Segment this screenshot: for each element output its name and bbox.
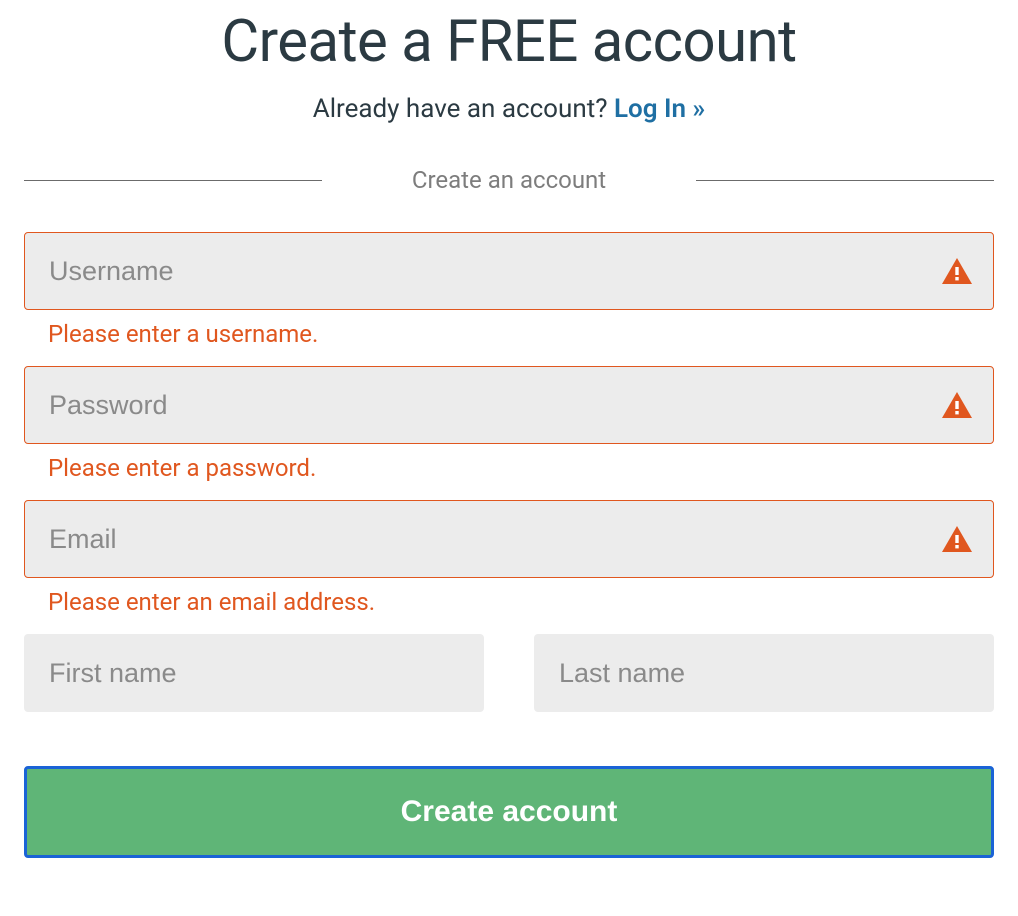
divider-line-right [696, 180, 994, 181]
name-row [24, 634, 994, 712]
email-wrapper [24, 500, 994, 578]
username-error: Please enter a username. [48, 320, 994, 348]
email-error: Please enter an email address. [48, 588, 994, 616]
username-group: Please enter a username. [24, 232, 994, 348]
subtitle-prefix: Already have an account? [313, 94, 614, 124]
password-input[interactable] [24, 366, 994, 444]
page-title: Create a FREE account [24, 8, 994, 76]
first-name-wrapper [24, 634, 484, 712]
first-name-input[interactable] [24, 634, 484, 712]
warning-icon [942, 258, 972, 284]
email-input[interactable] [24, 500, 994, 578]
warning-icon [942, 392, 972, 418]
password-group: Please enter a password. [24, 366, 994, 482]
divider-label: Create an account [322, 166, 696, 194]
create-account-button[interactable]: Create account [24, 766, 994, 858]
warning-icon [942, 526, 972, 552]
username-wrapper [24, 232, 994, 310]
email-group: Please enter an email address. [24, 500, 994, 616]
last-name-wrapper [534, 634, 994, 712]
last-name-input[interactable] [534, 634, 994, 712]
divider-line-left [24, 180, 322, 181]
subtitle: Already have an account? Log In » [24, 94, 994, 124]
password-error: Please enter a password. [48, 454, 994, 482]
login-link[interactable]: Log In » [614, 94, 705, 124]
section-divider: Create an account [24, 166, 994, 194]
password-wrapper [24, 366, 994, 444]
username-input[interactable] [24, 232, 994, 310]
